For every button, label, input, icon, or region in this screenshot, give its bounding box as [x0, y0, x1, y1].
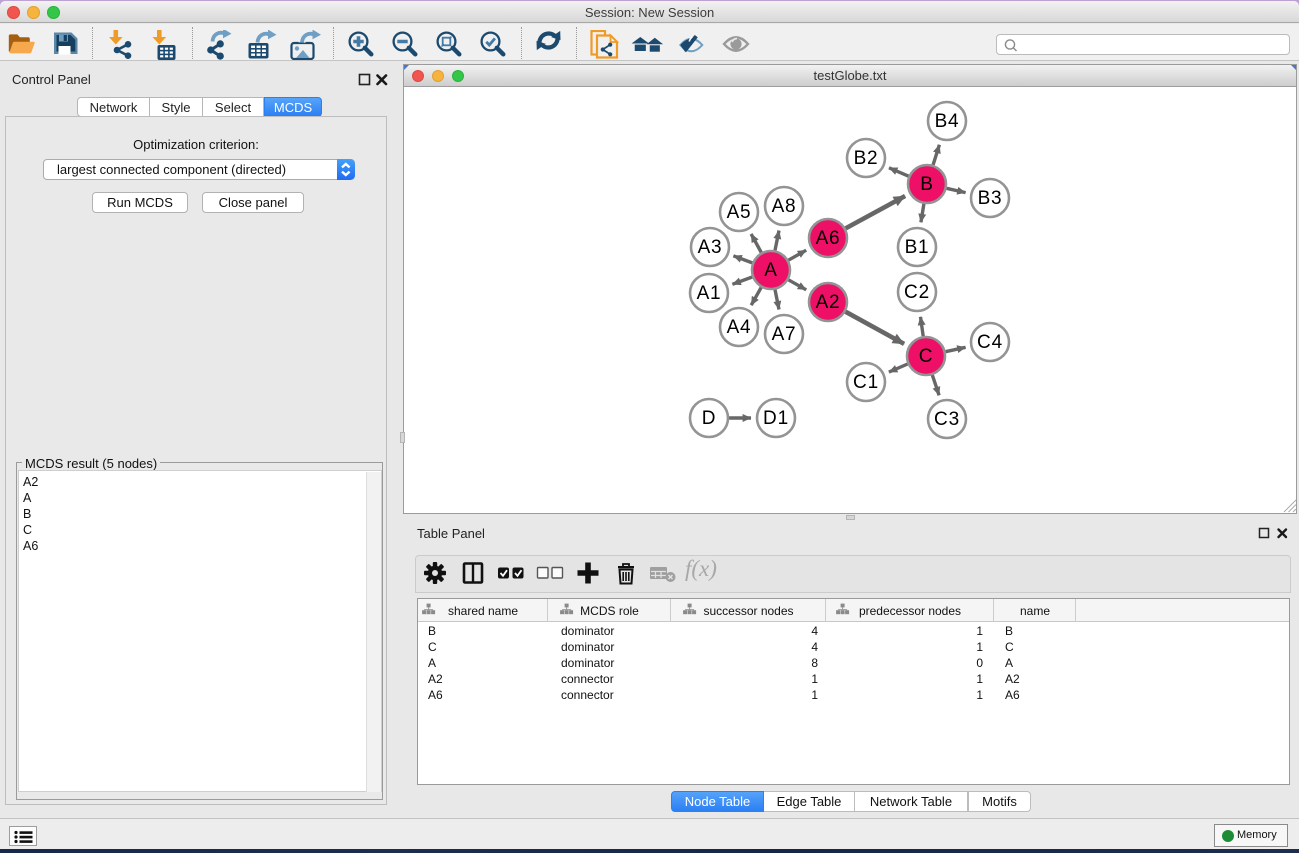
svg-text:A7: A7: [772, 324, 797, 345]
svg-text:A3: A3: [698, 237, 723, 258]
svg-text:C2: C2: [904, 282, 930, 303]
svg-text:B1: B1: [905, 237, 930, 258]
svg-text:A2: A2: [816, 292, 841, 313]
svg-text:A8: A8: [772, 196, 797, 217]
svg-text:A1: A1: [697, 283, 722, 304]
svg-text:A5: A5: [727, 202, 752, 223]
svg-text:B4: B4: [935, 111, 960, 132]
svg-text:C3: C3: [934, 409, 960, 430]
svg-text:A6: A6: [816, 228, 841, 249]
svg-text:C: C: [919, 346, 934, 367]
svg-text:D: D: [702, 408, 717, 429]
svg-text:B2: B2: [854, 148, 879, 169]
svg-text:B3: B3: [978, 188, 1003, 209]
svg-text:A4: A4: [727, 317, 752, 338]
svg-text:A: A: [764, 260, 777, 281]
svg-text:C4: C4: [977, 332, 1003, 353]
svg-text:C1: C1: [853, 372, 879, 393]
svg-text:B: B: [920, 174, 933, 195]
svg-text:D1: D1: [763, 408, 789, 429]
